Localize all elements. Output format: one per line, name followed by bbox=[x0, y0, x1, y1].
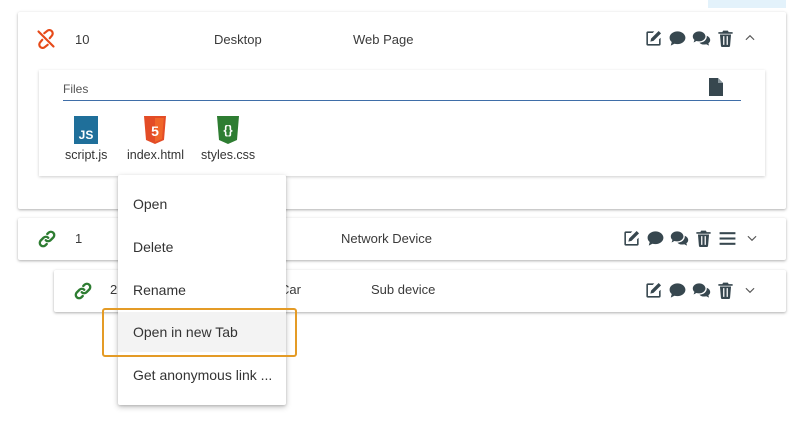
file-name: script.js bbox=[65, 148, 108, 162]
row-type: Desktop bbox=[214, 32, 262, 47]
comments-icon[interactable] bbox=[692, 29, 711, 48]
trash-icon[interactable] bbox=[716, 281, 735, 300]
file-context-menu: Open Delete Rename Open in new Tab Get a… bbox=[118, 175, 286, 405]
row-actions bbox=[644, 28, 759, 48]
files-panel: Files JS script.js 5 index.html {} style… bbox=[39, 70, 765, 176]
files-underline bbox=[63, 100, 741, 101]
top-accent-bar bbox=[708, 0, 786, 8]
trash-icon[interactable] bbox=[716, 29, 735, 48]
edit-icon[interactable] bbox=[644, 29, 663, 48]
broken-link-icon bbox=[37, 29, 55, 49]
comment-icon[interactable] bbox=[646, 229, 665, 248]
css-file-icon: {} bbox=[217, 116, 240, 144]
menu-item-open[interactable]: Open bbox=[118, 184, 286, 224]
comments-icon[interactable] bbox=[692, 281, 711, 300]
file-name: index.html bbox=[127, 148, 184, 162]
menu-item-get-anonymous-link[interactable]: Get anonymous link ... bbox=[118, 355, 286, 395]
svg-text:JS: JS bbox=[79, 128, 94, 142]
menu-item-rename[interactable]: Rename bbox=[118, 270, 286, 310]
row-id: 1 bbox=[75, 231, 83, 246]
edit-icon[interactable] bbox=[644, 281, 663, 300]
chevron-up-icon[interactable] bbox=[740, 29, 759, 48]
row-actions bbox=[644, 280, 759, 300]
row-category: Network Device bbox=[341, 231, 433, 246]
svg-text:5: 5 bbox=[152, 123, 160, 139]
file-item-index-html[interactable]: 5 index.html bbox=[127, 116, 184, 162]
chevron-down-icon[interactable] bbox=[740, 281, 759, 300]
row-category: Web Page bbox=[353, 32, 414, 47]
menu-item-open-in-new-tab[interactable]: Open in new Tab bbox=[118, 312, 286, 352]
file-name: styles.css bbox=[201, 148, 256, 162]
row-id: 2 bbox=[110, 282, 118, 297]
chevron-down-icon[interactable] bbox=[742, 229, 761, 248]
new-file-icon[interactable] bbox=[709, 78, 723, 96]
svg-text:{}: {} bbox=[223, 123, 233, 137]
comment-icon[interactable] bbox=[668, 281, 687, 300]
row-category: Sub device bbox=[371, 282, 436, 297]
link-icon bbox=[74, 282, 92, 300]
link-icon bbox=[38, 230, 56, 248]
files-label: Files bbox=[63, 82, 89, 96]
menu-item-delete[interactable]: Delete bbox=[118, 227, 286, 267]
comments-icon[interactable] bbox=[670, 229, 689, 248]
file-item-script-js[interactable]: JS script.js bbox=[65, 116, 107, 162]
file-item-styles-css[interactable]: {} styles.css bbox=[201, 116, 255, 162]
row-id: 10 bbox=[75, 32, 90, 47]
trash-icon[interactable] bbox=[694, 229, 713, 248]
js-file-icon: JS bbox=[74, 116, 99, 144]
html5-file-icon: 5 bbox=[144, 116, 167, 144]
menu-icon[interactable] bbox=[718, 229, 737, 248]
edit-icon[interactable] bbox=[622, 229, 641, 248]
comment-icon[interactable] bbox=[668, 29, 687, 48]
row-actions bbox=[622, 228, 761, 248]
